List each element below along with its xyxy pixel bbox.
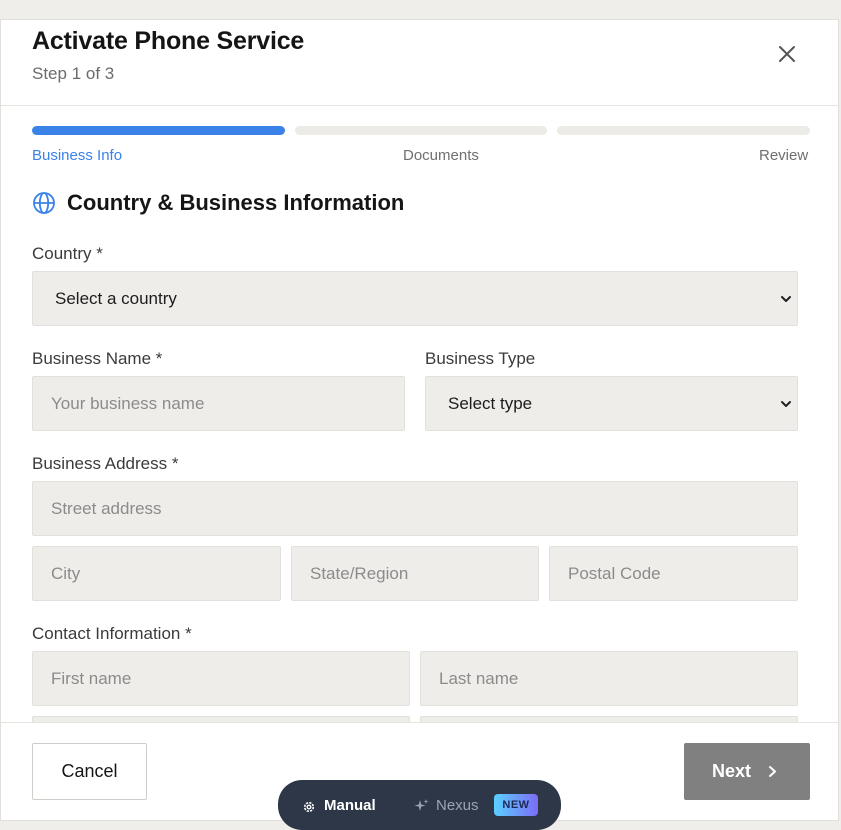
chevron-down-icon — [781, 401, 791, 407]
modal-header: Activate Phone Service Step 1 of 3 — [1, 20, 838, 106]
business-name-input[interactable]: Your business name — [32, 376, 405, 431]
progress-segment-review — [557, 126, 810, 135]
country-select[interactable]: Select a country — [32, 271, 798, 326]
country-label: Country * — [32, 244, 103, 263]
business-name-label: Business Name * — [32, 349, 163, 368]
business-type-label: Business Type — [425, 349, 536, 368]
business-type-select-value: Select type — [448, 394, 533, 413]
new-badge: NEW — [494, 794, 538, 816]
gear-icon — [303, 801, 315, 813]
section-title: Country & Business Information — [67, 190, 405, 215]
last-name-input[interactable]: Last name — [420, 651, 798, 706]
next-button-label: Next — [712, 761, 752, 781]
step-indicator-text: Step 1 of 3 — [32, 64, 115, 83]
city-input[interactable]: City — [32, 546, 281, 601]
street-address-input[interactable]: Street address — [32, 481, 798, 536]
country-select-value: Select a country — [55, 289, 177, 308]
next-button[interactable]: Next — [684, 743, 810, 800]
step-label-business-info: Business Info — [32, 147, 123, 164]
first-name-input[interactable]: First name — [32, 651, 410, 706]
mode-nexus-button[interactable]: Nexus — [436, 797, 479, 814]
postal-code-input[interactable]: Postal Code — [549, 546, 798, 601]
progress-segment-documents — [295, 126, 547, 135]
business-type-select[interactable]: Select type — [425, 376, 798, 431]
progress-segment-business-info — [32, 126, 285, 135]
sparkle-icon — [414, 799, 429, 811]
page-background — [0, 0, 841, 19]
modal-title: Activate Phone Service — [32, 27, 305, 55]
activate-phone-service-modal: Activate Phone Service Step 1 of 3 Busin… — [0, 19, 839, 821]
globe-icon — [33, 192, 55, 214]
close-icon[interactable] — [774, 41, 800, 67]
contact-information-label: Contact Information * — [32, 624, 192, 643]
business-address-label: Business Address * — [32, 454, 179, 473]
chevron-right-icon — [769, 766, 776, 777]
step-label-documents: Documents — [403, 147, 479, 164]
cancel-button[interactable]: Cancel — [32, 743, 147, 800]
chevron-down-icon — [781, 296, 791, 302]
state-region-input[interactable]: State/Region — [291, 546, 539, 601]
mode-manual-button[interactable]: Manual — [324, 797, 376, 814]
step-label-review: Review — [759, 147, 809, 164]
